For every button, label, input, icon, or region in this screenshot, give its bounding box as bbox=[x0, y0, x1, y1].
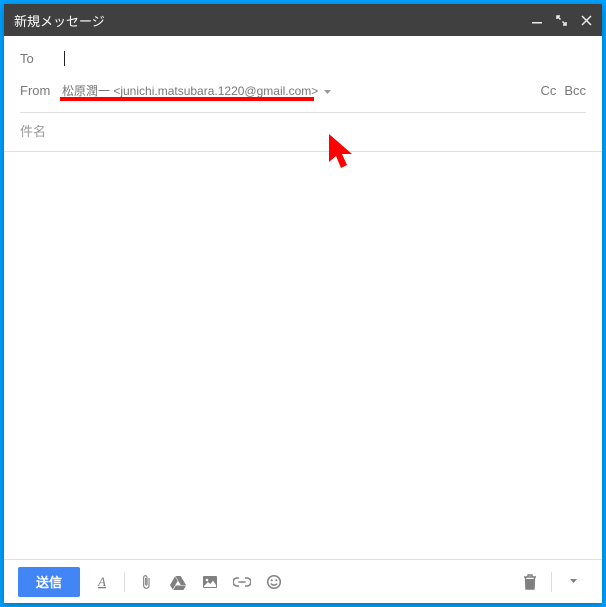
compose-window: 新規メッセージ To From 松原潤一 <junichi.matsubara.… bbox=[4, 4, 602, 603]
body-area[interactable] bbox=[4, 152, 602, 559]
separator bbox=[124, 572, 125, 592]
more-options-icon[interactable] bbox=[558, 567, 588, 597]
separator bbox=[551, 572, 552, 592]
to-label: To bbox=[20, 51, 62, 66]
delete-icon[interactable] bbox=[515, 567, 545, 597]
cc-bcc-toggle: Cc Bcc bbox=[540, 83, 586, 98]
window-title: 新規メッセージ bbox=[14, 11, 532, 30]
chevron-down-icon[interactable] bbox=[324, 83, 331, 98]
compose-toolbar: 送信 A bbox=[4, 559, 602, 603]
to-input[interactable] bbox=[65, 49, 586, 68]
annotation-underline bbox=[60, 97, 314, 101]
drive-icon[interactable] bbox=[163, 567, 193, 597]
titlebar[interactable]: 新規メッセージ bbox=[4, 4, 602, 36]
cc-button[interactable]: Cc bbox=[540, 83, 556, 98]
from-label: From bbox=[20, 83, 62, 98]
bcc-button[interactable]: Bcc bbox=[564, 83, 586, 98]
from-row: From 松原潤一 <junichi.matsubara.1220@gmail.… bbox=[20, 74, 586, 106]
close-icon[interactable] bbox=[581, 15, 592, 26]
titlebar-controls bbox=[532, 15, 592, 26]
subject-row[interactable] bbox=[4, 113, 602, 152]
minimize-icon[interactable] bbox=[532, 15, 542, 25]
header-fields: To From 松原潤一 <junichi.matsubara.1220@gma… bbox=[4, 36, 602, 113]
svg-text:A: A bbox=[97, 574, 106, 589]
insert-photo-icon[interactable] bbox=[195, 567, 225, 597]
insert-link-icon[interactable] bbox=[227, 567, 257, 597]
to-row[interactable]: To bbox=[20, 42, 586, 74]
subject-input[interactable] bbox=[20, 124, 586, 139]
format-text-icon[interactable]: A bbox=[88, 567, 118, 597]
attach-icon[interactable] bbox=[131, 567, 161, 597]
expand-icon[interactable] bbox=[556, 15, 567, 26]
send-button[interactable]: 送信 bbox=[18, 567, 80, 597]
body-textarea[interactable] bbox=[20, 164, 586, 547]
emoji-icon[interactable] bbox=[259, 567, 289, 597]
